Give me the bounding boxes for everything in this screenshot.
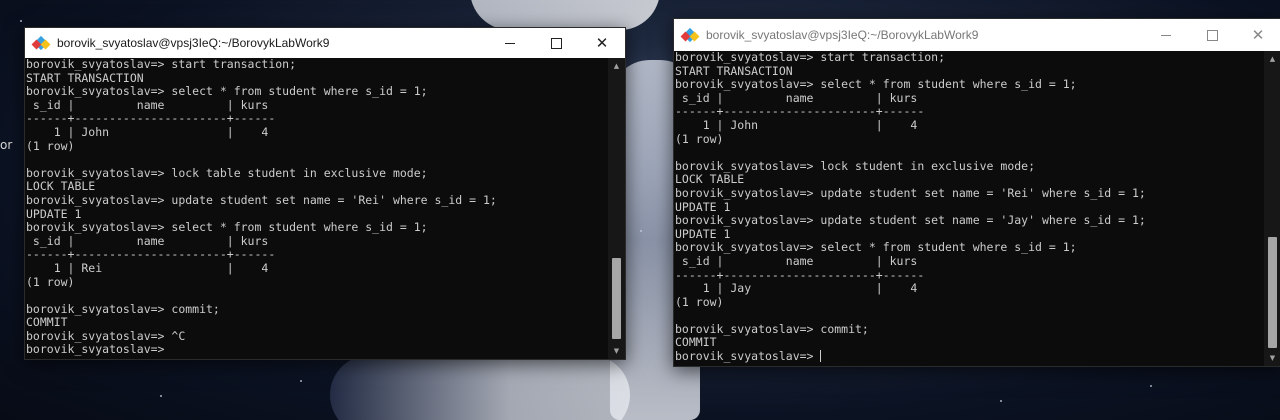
scrollbar-thumb[interactable] xyxy=(1268,237,1277,348)
git-bash-icon xyxy=(680,27,700,43)
scrollbar[interactable]: ▲ ▼ xyxy=(608,58,625,359)
scrollbar-thumb[interactable] xyxy=(612,258,621,339)
wallpaper-star xyxy=(1150,385,1152,387)
minimize-icon xyxy=(1161,34,1171,36)
terminal-line: UPDATE 1 xyxy=(26,206,82,221)
scroll-up-arrow-icon[interactable]: ▲ xyxy=(608,58,625,74)
terminal-line: START TRANSACTION xyxy=(675,63,793,78)
terminal-line: COMMIT xyxy=(26,315,68,330)
terminal-line: borovik_svyatoslav=> start transaction; xyxy=(26,58,297,71)
terminal-window-right[interactable]: borovik_svyatoslav@vpsj3IeQ:~/BorovykLab… xyxy=(673,18,1280,367)
desktop-edge-text: or xyxy=(0,138,13,152)
terminal-line: s_id | name | kurs xyxy=(26,233,269,248)
terminal-line: s_id | name | kurs xyxy=(26,97,269,112)
wallpaper-wing-art xyxy=(470,0,660,30)
minimize-icon xyxy=(505,42,515,44)
titlebar[interactable]: borovik_svyatoslav@vpsj3IeQ:~/BorovykLab… xyxy=(25,28,625,58)
terminal-line: (1 row) xyxy=(675,294,724,309)
terminal-line: (1 row) xyxy=(675,131,724,146)
maximize-icon xyxy=(1206,29,1218,41)
terminal-line: borovik_svyatoslav=> xyxy=(26,342,165,357)
terminal-line: borovik_svyatoslav=> update student set … xyxy=(675,213,1146,228)
terminal-line: ------+----------------------+------ xyxy=(675,104,925,119)
close-icon: ✕ xyxy=(1251,26,1265,44)
close-button[interactable]: ✕ xyxy=(579,28,625,58)
terminal-line: borovik_svyatoslav=> update student set … xyxy=(675,185,1146,200)
terminal-line: UPDATE 1 xyxy=(675,226,731,241)
text-cursor xyxy=(820,350,822,363)
terminal-line: UPDATE 1 xyxy=(675,199,731,214)
terminal-line: COMMIT xyxy=(675,335,717,350)
terminal-line: borovik_svyatoslav=> xyxy=(675,349,821,364)
terminal-line: (1 row) xyxy=(26,138,75,153)
terminal-line: (1 row) xyxy=(26,274,75,289)
scroll-down-arrow-icon[interactable]: ▼ xyxy=(1264,350,1280,366)
terminal-line: borovik_svyatoslav=> lock student in exc… xyxy=(675,158,1036,173)
terminal-line: borovik_svyatoslav=> update student set … xyxy=(26,192,497,207)
terminal-line: START TRANSACTION xyxy=(26,70,144,85)
scrollbar[interactable]: ▲ ▼ xyxy=(1264,51,1280,366)
window-controls: ✕ xyxy=(1143,19,1280,51)
wallpaper-star xyxy=(300,380,302,382)
terminal-line: borovik_svyatoslav=> select * from stude… xyxy=(26,220,428,235)
terminal-line: borovik_svyatoslav=> commit; xyxy=(675,321,869,336)
git-bash-icon xyxy=(31,35,51,51)
wallpaper-star xyxy=(1000,400,1002,402)
terminal-output[interactable]: borovik_svyatoslav=> start transaction; … xyxy=(25,58,608,359)
maximize-button[interactable] xyxy=(1189,19,1235,51)
terminal-line: ------+----------------------+------ xyxy=(26,111,276,126)
terminal-line: 1 | John | 4 xyxy=(26,124,269,139)
terminal-line: borovik_svyatoslav=> select * from stude… xyxy=(675,240,1077,255)
minimize-button[interactable] xyxy=(1143,19,1189,51)
terminal-line: s_id | name | kurs xyxy=(675,90,918,105)
terminal-line: borovik_svyatoslav=> select * from stude… xyxy=(26,84,428,99)
wallpaper-star xyxy=(160,395,162,397)
terminal-line: borovik_svyatoslav=> lock table student … xyxy=(26,165,428,180)
terminal-line: ------+----------------------+------ xyxy=(675,267,925,282)
scroll-down-arrow-icon[interactable]: ▼ xyxy=(608,343,625,359)
scroll-up-arrow-icon[interactable]: ▲ xyxy=(1264,51,1280,67)
close-button[interactable]: ✕ xyxy=(1235,19,1280,51)
terminal-line: borovik_svyatoslav=> ^C xyxy=(26,328,186,343)
terminal-line: borovik_svyatoslav=> start transaction; xyxy=(675,51,946,64)
wallpaper-suit-art xyxy=(330,355,630,420)
terminal-window-left[interactable]: borovik_svyatoslav@vpsj3IeQ:~/BorovykLab… xyxy=(24,27,626,360)
minimize-button[interactable] xyxy=(487,28,533,58)
terminal-line: ------+----------------------+------ xyxy=(26,247,276,262)
terminal-text: borovik_svyatoslav=> start transaction; … xyxy=(25,58,608,357)
window-title: borovik_svyatoslav@vpsj3IeQ:~/BorovykLab… xyxy=(706,28,979,42)
terminal-line: borovik_svyatoslav=> select * from stude… xyxy=(675,77,1077,92)
titlebar[interactable]: borovik_svyatoslav@vpsj3IeQ:~/BorovykLab… xyxy=(674,19,1280,51)
close-icon: ✕ xyxy=(595,34,609,52)
wallpaper-star xyxy=(640,230,642,232)
maximize-button[interactable] xyxy=(533,28,579,58)
maximize-icon xyxy=(550,37,562,49)
window-title: borovik_svyatoslav@vpsj3IeQ:~/BorovykLab… xyxy=(57,36,330,50)
terminal-text: borovik_svyatoslav=> start transaction; … xyxy=(674,51,1264,364)
terminal-line: 1 | Rei | 4 xyxy=(26,260,269,275)
wallpaper-star xyxy=(20,20,22,22)
terminal-line: 1 | John | 4 xyxy=(675,117,918,132)
terminal-line: 1 | Jay | 4 xyxy=(675,281,918,296)
window-controls: ✕ xyxy=(487,28,625,58)
terminal-line: LOCK TABLE xyxy=(675,172,745,187)
terminal-output[interactable]: borovik_svyatoslav=> start transaction; … xyxy=(674,51,1264,366)
terminal-line: LOCK TABLE xyxy=(26,179,96,194)
terminal-line: borovik_svyatoslav=> commit; xyxy=(26,301,220,316)
terminal-line: s_id | name | kurs xyxy=(675,253,918,268)
